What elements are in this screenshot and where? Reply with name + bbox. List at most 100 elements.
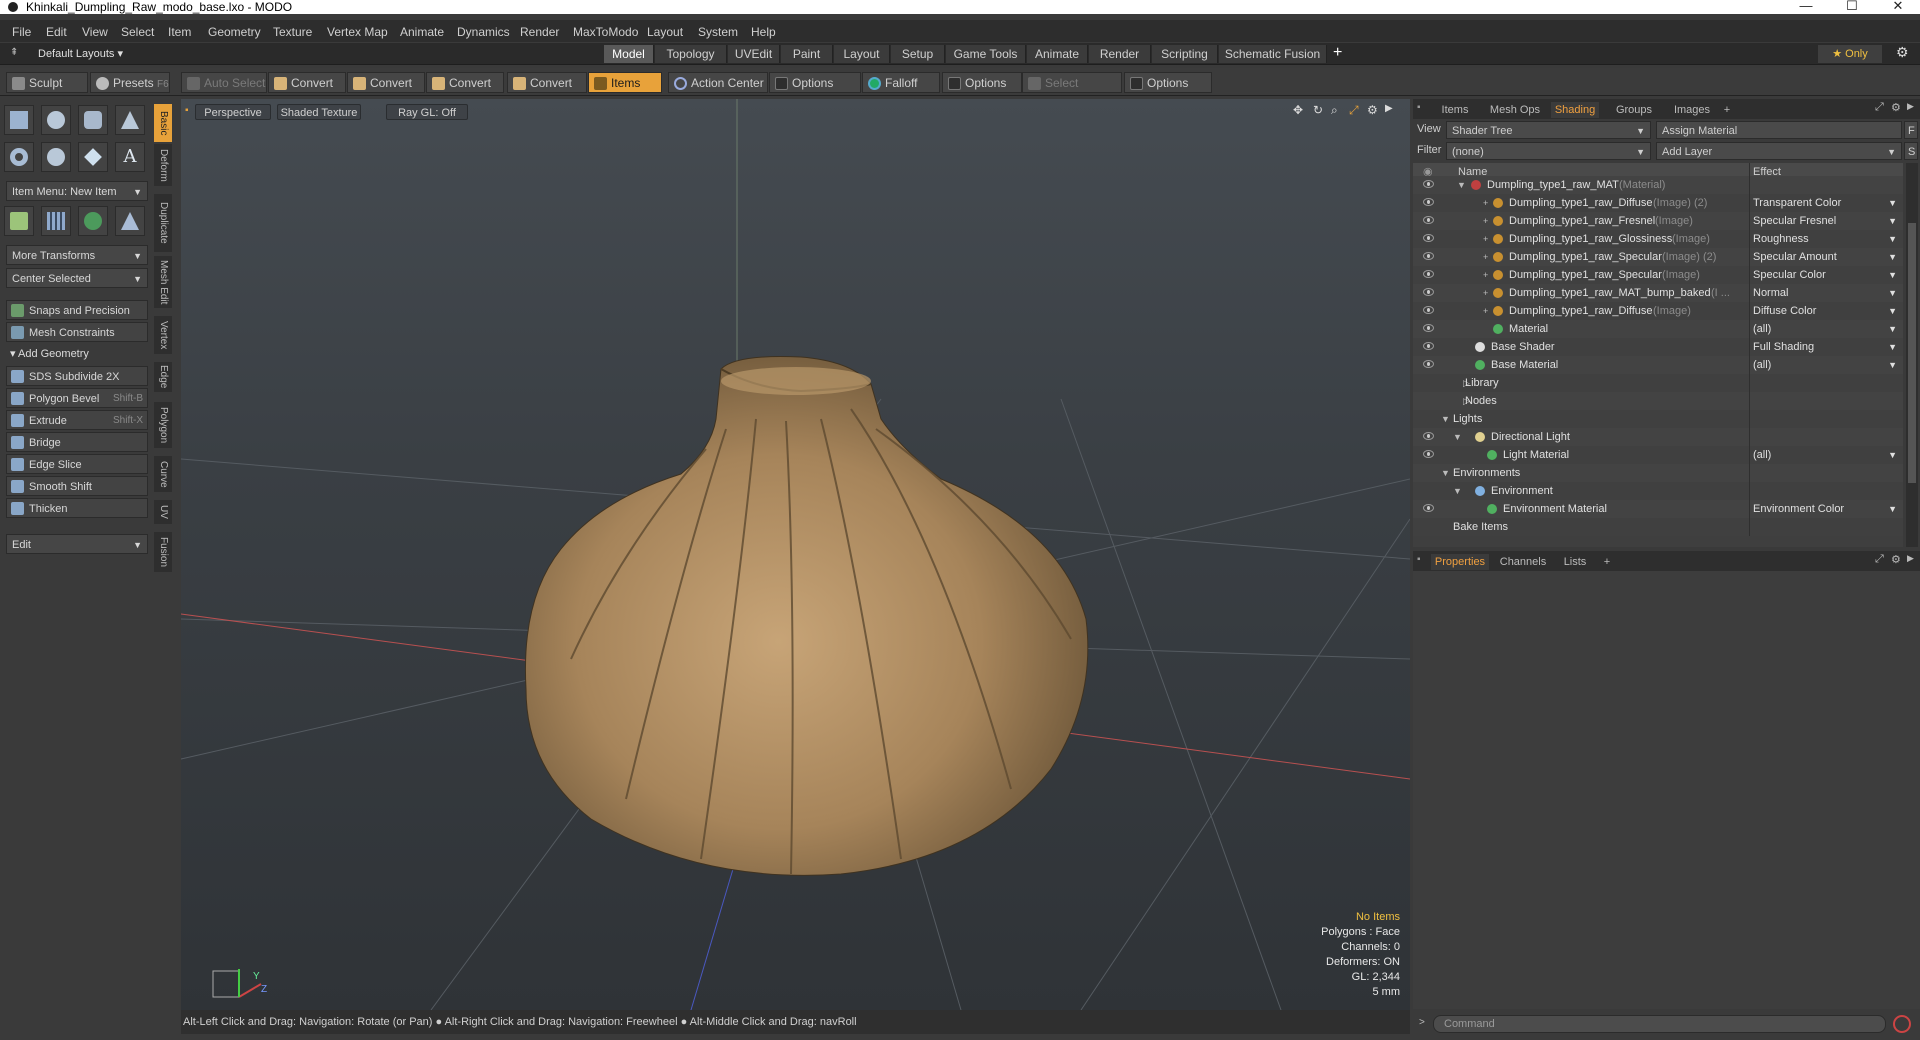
row-effect[interactable]: Transparent Color ▼: [1749, 194, 1901, 212]
expand-toggle-icon[interactable]: +: [1483, 212, 1488, 230]
row-effect[interactable]: Diffuse Color ▼: [1749, 302, 1901, 320]
panel-gear-icon[interactable]: ⚙: [1891, 553, 1901, 566]
sds-subdivide-button[interactable]: SDS Subdivide 2X: [6, 366, 148, 386]
tab-channels[interactable]: Channels: [1495, 554, 1551, 570]
vtab-vertex[interactable]: Vertex: [154, 316, 172, 354]
visibility-eye-icon[interactable]: [1423, 360, 1434, 368]
row-effect[interactable]: [1749, 518, 1901, 536]
tab-shading[interactable]: Shading: [1551, 102, 1599, 118]
record-macro-icon[interactable]: [1893, 1015, 1911, 1033]
perspective-button[interactable]: Perspective: [195, 104, 271, 120]
3d-viewport[interactable]: Y Z ▪ Perspective Shaded Texture Ray GL:…: [181, 99, 1410, 1010]
item-menu-dropdown[interactable]: Item Menu: New Item ▼: [6, 181, 148, 201]
vtab-basic[interactable]: Basic: [154, 104, 172, 142]
auto-select-button[interactable]: Auto Select: [181, 72, 267, 93]
edge-slice-button[interactable]: Edge Slice: [6, 454, 148, 474]
tab-setup[interactable]: Setup: [891, 45, 945, 63]
expand-toggle-icon[interactable]: ▼: [1441, 464, 1450, 482]
shader-tree-row[interactable]: Base Shader Full Shading ▼: [1413, 338, 1903, 356]
center-selected-dropdown[interactable]: Center Selected ▼: [6, 268, 148, 288]
menu-animate[interactable]: Animate: [400, 25, 444, 39]
cone-primitive-button[interactable]: [115, 105, 145, 135]
row-effect[interactable]: Environment Color ▼: [1749, 500, 1901, 518]
row-effect[interactable]: Specular Color ▼: [1749, 266, 1901, 284]
visibility-eye-icon[interactable]: [1423, 252, 1434, 260]
text-tool-button[interactable]: A: [115, 142, 145, 172]
shader-tree-row[interactable]: ▷ Nodes: [1413, 392, 1903, 410]
tab-scripting[interactable]: Scripting: [1152, 45, 1218, 63]
layout-settings-gear-icon[interactable]: ⚙: [1896, 44, 1909, 61]
options-button-1[interactable]: Options: [769, 72, 861, 93]
tab-layout[interactable]: Layout: [834, 45, 890, 63]
sculpt-button[interactable]: Sculpt: [6, 72, 88, 93]
row-effect[interactable]: [1749, 374, 1901, 392]
cylinder-primitive-button[interactable]: [78, 105, 108, 135]
tab-uvedit[interactable]: UVEdit: [728, 45, 780, 63]
sphere-primitive-button[interactable]: [41, 105, 71, 135]
row-effect[interactable]: Specular Amount ▼: [1749, 248, 1901, 266]
filter-dropdown[interactable]: (none) ▼: [1446, 142, 1651, 160]
dumpling-model[interactable]: [524, 356, 1089, 876]
row-effect[interactable]: [1749, 410, 1901, 428]
tree-scrollbar-thumb[interactable]: [1908, 223, 1916, 483]
row-effect[interactable]: (all) ▼: [1749, 320, 1901, 338]
menu-texture[interactable]: Texture: [273, 25, 312, 39]
shader-tree-row[interactable]: + Dumpling_type1_raw_Fresnel (Image) Specu…: [1413, 212, 1903, 230]
capsule-primitive-button[interactable]: [41, 142, 71, 172]
row-effect[interactable]: Specular Fresnel ▼: [1749, 212, 1901, 230]
menu-system[interactable]: System: [698, 25, 738, 39]
visibility-eye-icon[interactable]: [1423, 342, 1434, 350]
shader-tree-row[interactable]: + Dumpling_type1_raw_Specular (Image) (2)…: [1413, 248, 1903, 266]
panel-menu-icon[interactable]: ▪: [1417, 102, 1421, 113]
select-through-button[interactable]: Select Through: [1022, 72, 1122, 111]
viewport-settings-gear-icon[interactable]: ⚙: [1367, 103, 1378, 117]
menu-dynamics[interactable]: Dynamics: [457, 25, 510, 39]
tab-render[interactable]: Render: [1089, 45, 1151, 63]
menu-geometry[interactable]: Geometry: [208, 25, 261, 39]
convert-button-4[interactable]: Convert: [507, 72, 587, 93]
shader-tree-row[interactable]: + Dumpling_type1_raw_Diffuse (Image) Diffu…: [1413, 302, 1903, 320]
falloff-button[interactable]: Falloff: [862, 72, 940, 93]
tab-mesh-ops[interactable]: Mesh Ops: [1485, 102, 1545, 118]
snaps-precision-button[interactable]: Snaps and Precision: [6, 300, 148, 320]
row-effect[interactable]: Full Shading ▼: [1749, 338, 1901, 356]
vtab-duplicate[interactable]: Duplicate: [154, 194, 172, 252]
torus-primitive-button[interactable]: [4, 142, 34, 172]
tab-lists[interactable]: Lists: [1555, 554, 1595, 570]
shader-tree-row[interactable]: ▼ Directional Light: [1413, 428, 1903, 446]
tab-paint[interactable]: Paint: [781, 45, 833, 63]
menu-maxtomodo[interactable]: MaxToModo: [573, 25, 638, 39]
mesh-constraints-button[interactable]: Mesh Constraints: [6, 322, 148, 342]
expand-toggle-icon[interactable]: ▼: [1453, 482, 1462, 500]
row-effect[interactable]: [1749, 464, 1901, 482]
thicken-button[interactable]: Thicken: [6, 498, 148, 518]
maximize-button[interactable]: ☐: [1832, 0, 1872, 14]
grid-tool-button[interactable]: [41, 206, 71, 236]
shader-tree-row[interactable]: ▼ Lights: [1413, 410, 1903, 428]
expand-toggle-icon[interactable]: +: [1483, 302, 1488, 320]
menu-vertex-map[interactable]: Vertex Map: [327, 25, 388, 39]
tab-schematic-fusion[interactable]: Schematic Fusion: [1219, 45, 1327, 63]
visibility-eye-icon[interactable]: [1423, 270, 1434, 278]
globe-tool-button[interactable]: [78, 206, 108, 236]
tab-items[interactable]: Items: [1435, 102, 1475, 118]
row-effect[interactable]: [1749, 482, 1901, 500]
add-geometry-header[interactable]: ▾ Add Geometry: [10, 347, 89, 360]
menu-view[interactable]: View: [82, 25, 108, 39]
menu-render[interactable]: Render: [520, 25, 559, 39]
vtab-fusion[interactable]: Fusion: [154, 532, 172, 572]
panel-arrow-icon[interactable]: ▶: [1907, 101, 1914, 112]
menu-select[interactable]: Select: [121, 25, 154, 39]
viewport-menu-icon[interactable]: ▪: [185, 105, 189, 116]
layout-pin-icon[interactable]: ⇞: [10, 47, 20, 59]
visibility-eye-icon[interactable]: [1423, 324, 1434, 332]
menu-item[interactable]: Item: [168, 25, 191, 39]
close-button[interactable]: ✕: [1878, 0, 1918, 14]
bridge-button[interactable]: Bridge: [6, 432, 148, 452]
menu-file[interactable]: File: [12, 25, 31, 39]
vtab-mesh-edit[interactable]: Mesh Edit: [154, 256, 172, 308]
shader-tree-row[interactable]: Bake Items: [1413, 518, 1903, 536]
visibility-eye-icon[interactable]: [1423, 234, 1434, 242]
vtab-edge[interactable]: Edge: [154, 362, 172, 392]
tab-topology[interactable]: Topology: [655, 45, 727, 63]
